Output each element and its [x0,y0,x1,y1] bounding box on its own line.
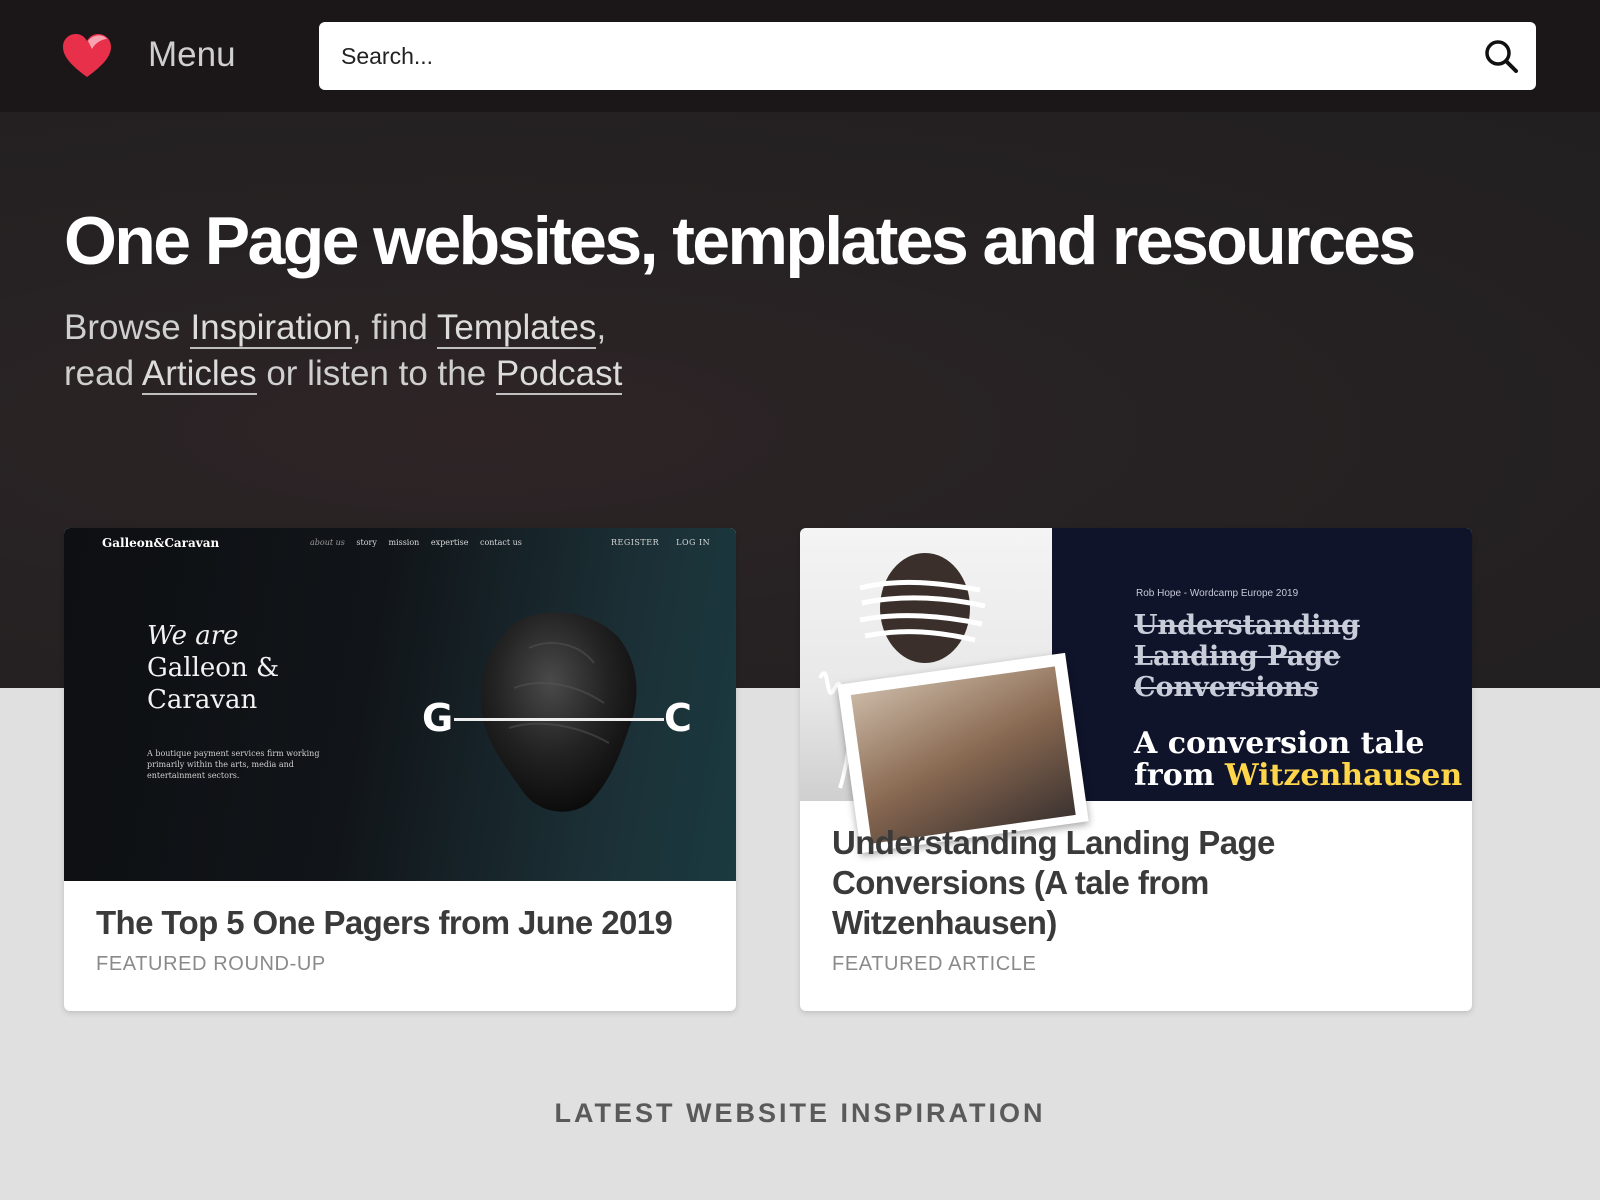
hero-text: , find [351,308,437,347]
tagline-from: from [1134,758,1225,793]
thumbnail-mark-left: G [422,696,454,740]
struck-line: Landing Page [1134,641,1341,672]
card-thumbnail: Galleon&Caravan about us story mission e… [64,528,736,881]
thumbnail-headline: We are Galleon & Caravan [147,620,279,716]
thumbnail-struck-title: Understanding Landing Page Conversions [1134,610,1360,703]
thumbnail-nav-item: contact us [479,538,522,547]
heart-icon[interactable] [62,33,112,79]
thumbnail-blurb: A boutique payment services firm working… [147,749,320,780]
search-bar [319,22,1536,90]
card-title[interactable]: The Top 5 One Pagers from June 2019 [96,903,673,943]
thumbnail-headline-line: We are [147,621,239,651]
top-bar: Menu [0,0,1600,112]
podcast-link[interactable]: Podcast [495,354,623,395]
thumbnail-mark-right: C [664,696,692,740]
hero-text: or listen to the [256,354,496,393]
thumbnail-nav-item: story [356,538,377,547]
card-thumbnail: Rob Hope - Wordcamp Europe 2019 Understa… [800,528,1472,854]
inspiration-link[interactable]: Inspiration [190,308,352,349]
card-body: Understanding Landing Page Conversions (… [832,823,1442,976]
hero-text: , [596,308,607,347]
struck-line: Conversions [1134,672,1319,703]
speaker-photo [800,528,1089,854]
thumbnail-divider [454,718,664,721]
featured-article-card[interactable]: Rob Hope - Wordcamp Europe 2019 Understa… [800,528,1472,1011]
thumbnail-headline-line: Caravan [147,685,258,715]
thumbnail-headline-line: Galleon & [147,653,280,683]
polaroid-image [850,666,1076,844]
tagline-line: A conversion tale [1134,726,1425,761]
thumbnail-tagline: A conversion tale from Witzenhausen [1134,728,1462,792]
thumbnail-nav-item: mission [388,538,420,547]
thumbnail-auth: REGISTER LOG IN [597,538,710,547]
thumbnail-nav-item: about us [310,538,345,547]
lion-bust-image [480,612,637,812]
tagline-highlight: Witzenhausen [1224,758,1463,793]
thumbnail-login: LOG IN [676,538,711,547]
search-input[interactable] [341,22,1441,90]
hero-text: Browse [64,308,191,347]
thumbnail-brand: Galleon&Caravan [102,536,220,550]
card-category: FEATURED ARTICLE [832,953,1037,975]
menu-button[interactable]: Menu [148,34,236,76]
templates-link[interactable]: Templates [436,308,597,349]
card-title[interactable]: Understanding Landing Page Conversions (… [832,823,1442,943]
card-category: FEATURED ROUND-UP [96,953,326,975]
thumbnail-register: REGISTER [611,538,660,547]
card-body: The Top 5 One Pagers from June 2019 FEAT… [96,903,673,976]
search-icon[interactable] [1483,38,1519,74]
hero-subtitle: Browse Inspiration, find Templates, read… [64,305,623,397]
thumbnail-nav-item: expertise [430,538,469,547]
struck-line: Understanding [1134,610,1360,641]
latest-inspiration-heading: LATEST WEBSITE INSPIRATION [554,1098,1046,1128]
articles-link[interactable]: Articles [141,354,257,395]
page-title: One Page websites, templates and resourc… [64,203,1416,279]
hero-text: read [64,354,142,393]
thumbnail-nav: about us story mission expertise contact… [310,538,531,547]
thumbnail-meta: Rob Hope - Wordcamp Europe 2019 [1136,588,1299,599]
featured-roundup-card[interactable]: Galleon&Caravan about us story mission e… [64,528,736,1011]
